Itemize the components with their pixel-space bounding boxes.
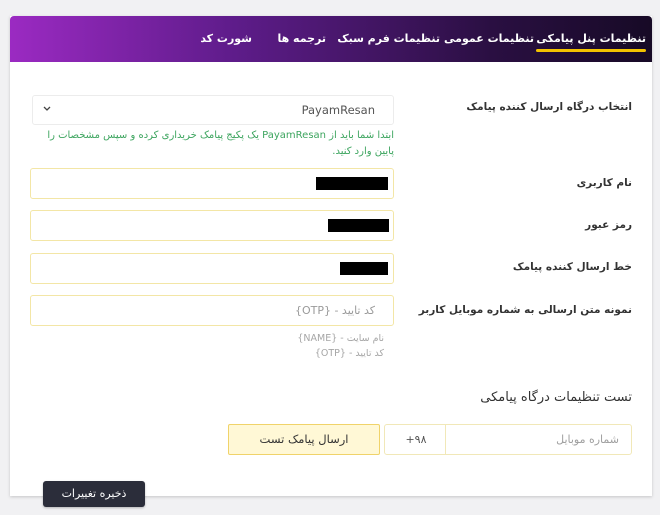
message-template-label: نمونه متن ارسالی به شماره موبایل کاربر: [418, 304, 632, 316]
redacted-value: [340, 262, 388, 275]
country-code: +۹۸: [405, 433, 427, 446]
gateway-help-text: ابتدا شما باید از PayamResan یک پکیج پیا…: [47, 130, 394, 157]
message-template-field[interactable]: کد تایید - {OTP}: [30, 295, 394, 326]
active-tab-indicator: [536, 49, 646, 52]
mobile-number-input[interactable]: شماره موبایل +۹۸: [384, 424, 632, 455]
gateway-label: انتخاب درگاه ارسال کننده پیامک: [466, 101, 632, 113]
tab-general-settings[interactable]: تنظیمات عمومی: [444, 16, 534, 62]
tab-form-settings[interactable]: تنظیمات فرم: [368, 16, 440, 62]
password-label: رمز عبور: [585, 219, 632, 231]
send-test-sms-button[interactable]: ارسال پیامک تست: [228, 424, 380, 455]
placeholder-hint-name: نام سایت - {NAME}: [297, 333, 384, 344]
tab-sms-panel-settings[interactable]: تنظیمات پنل پیامکی: [536, 16, 646, 62]
redacted-value: [328, 219, 389, 232]
tab-style[interactable]: سبک: [337, 16, 364, 62]
username-field[interactable]: [30, 168, 394, 199]
redacted-value: [316, 177, 388, 190]
top-navigation: تنظیمات پنل پیامکی تنظیمات عمومی تنظیمات…: [10, 16, 652, 62]
tab-shortcode[interactable]: شورت کد: [200, 16, 252, 62]
sender-line-label: خط ارسال کننده پیامک: [512, 261, 632, 273]
chevron-down-icon: [43, 106, 51, 111]
placeholder-hint-otp: کد تایید - {OTP}: [314, 348, 384, 359]
gateway-select[interactable]: PayamResan: [32, 95, 394, 125]
input-divider: [445, 425, 446, 454]
tab-translations[interactable]: ترجمه ها: [277, 16, 326, 62]
save-changes-button[interactable]: ذخیره تغییرات: [43, 481, 145, 507]
test-section-title: تست تنظیمات درگاه پیامکی: [480, 390, 632, 405]
sender-line-field[interactable]: [30, 253, 394, 284]
settings-panel: تنظیمات پنل پیامکی تنظیمات عمومی تنظیمات…: [10, 16, 652, 496]
username-label: نام کاربری: [576, 177, 632, 189]
password-field[interactable]: [30, 210, 394, 241]
